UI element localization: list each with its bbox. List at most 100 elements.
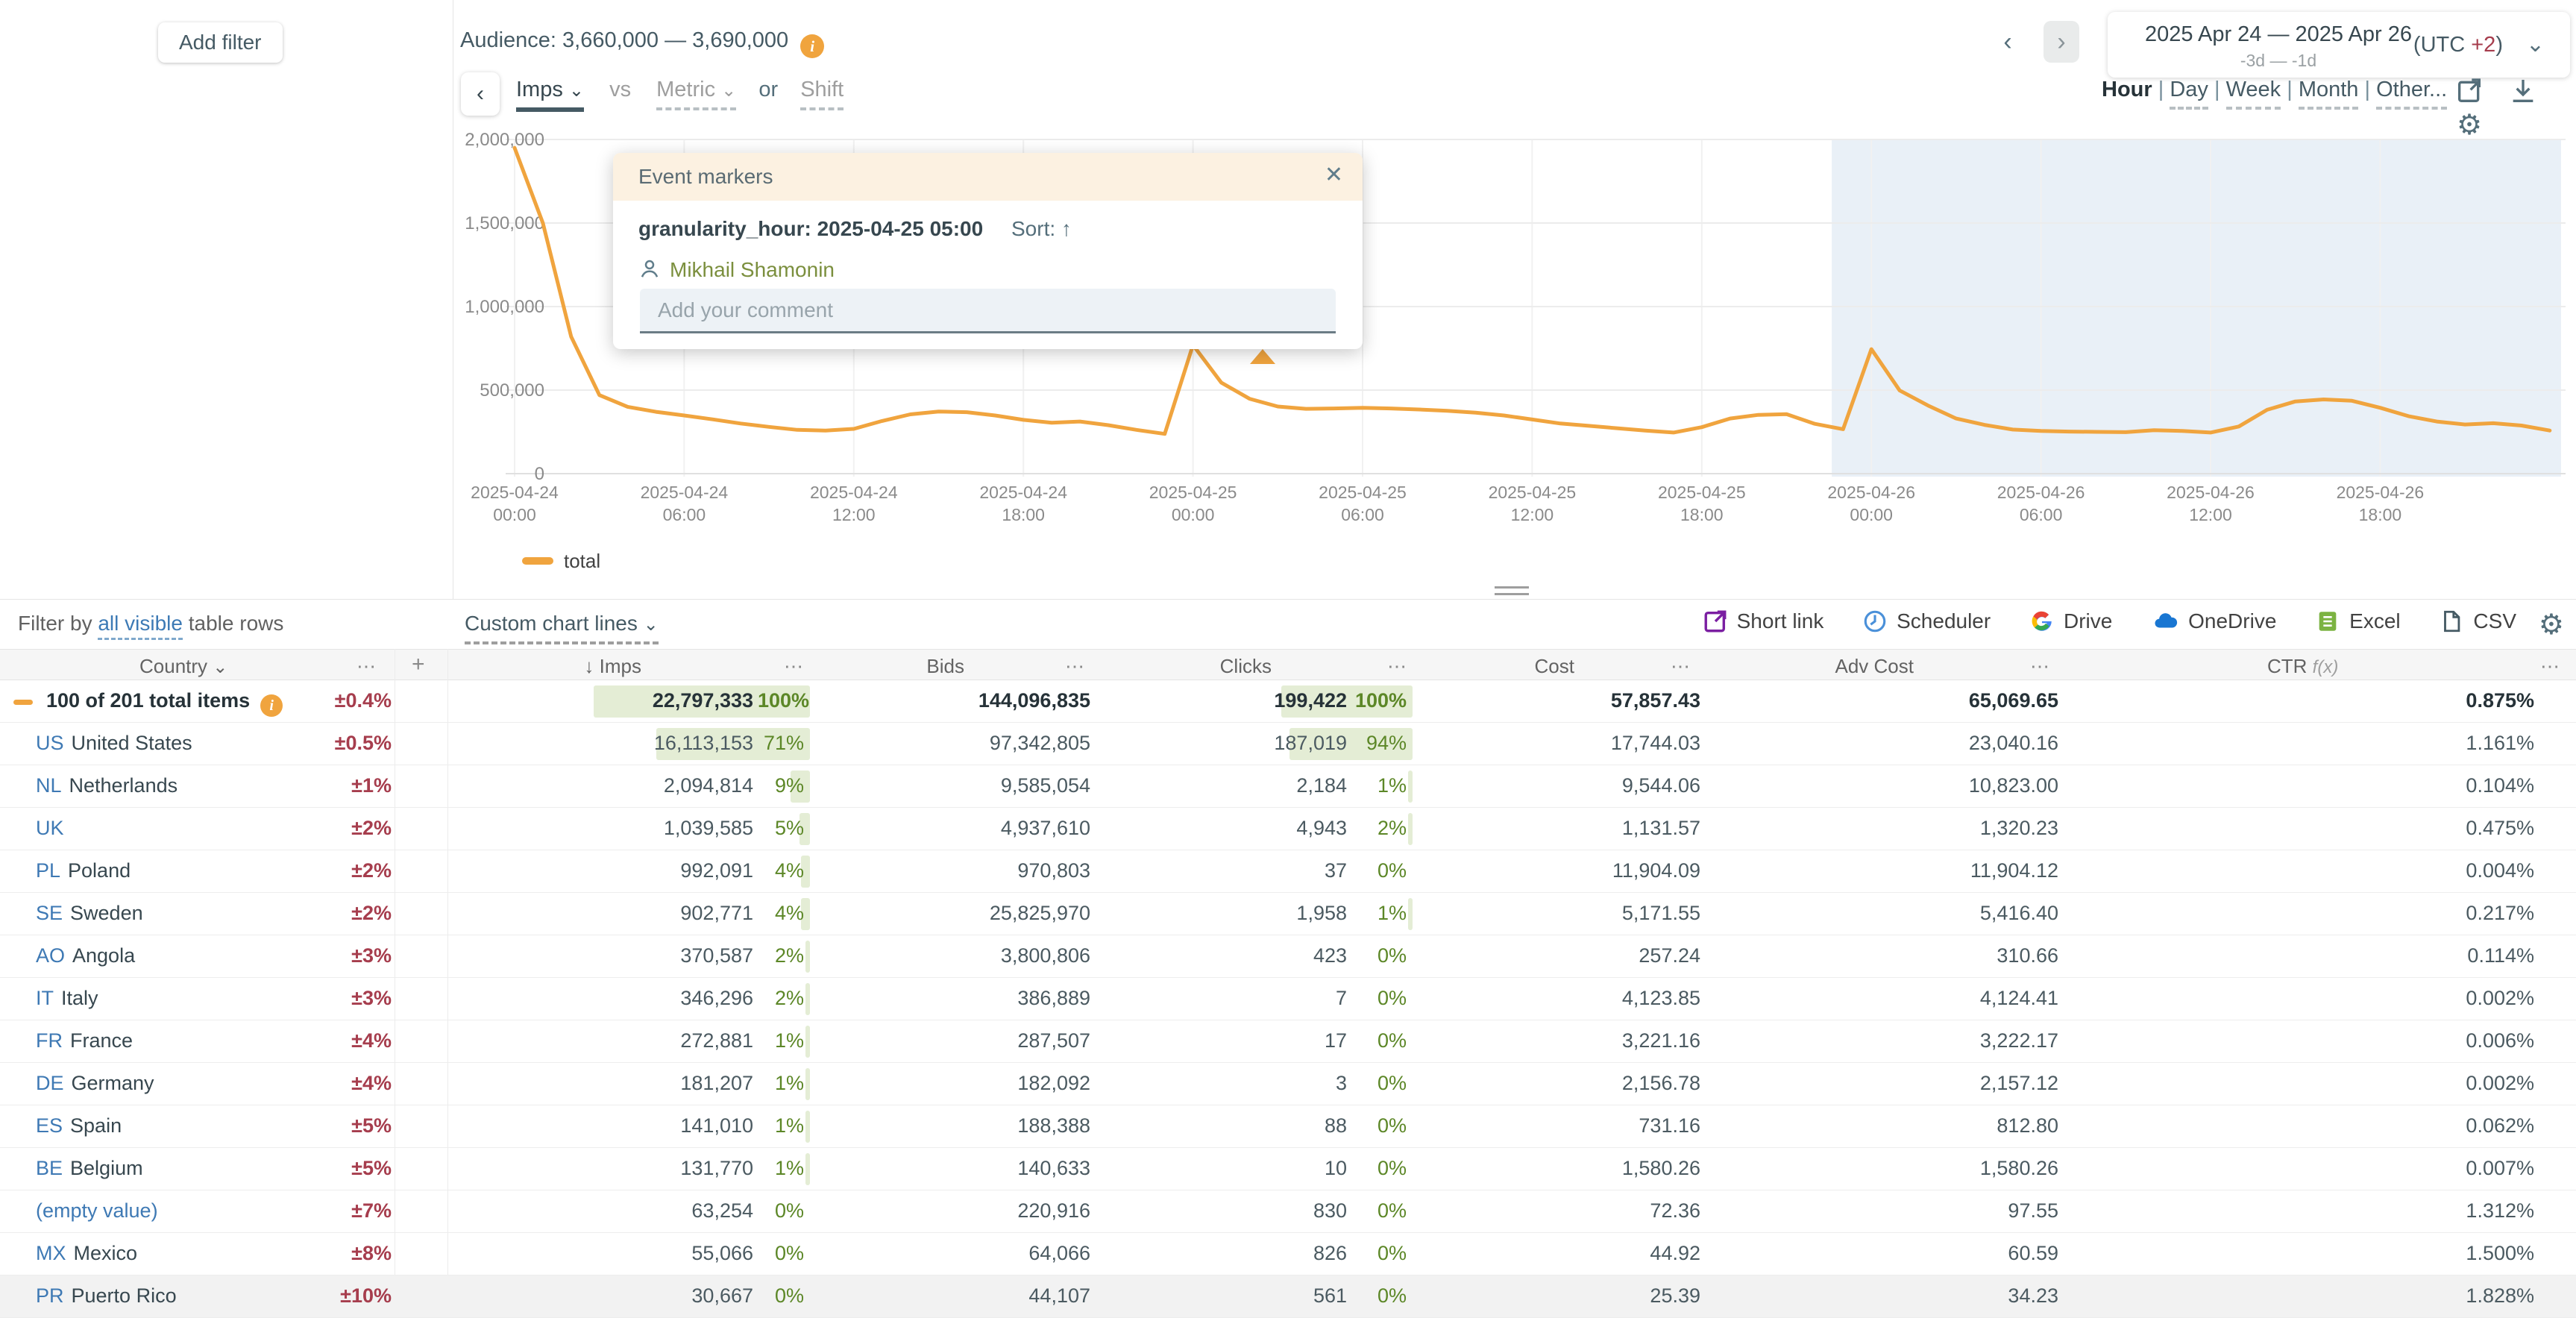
table-header: Country ⌄ ⋯ + ↓ Imps ⋯ Bids ⋯ Clicks ⋯ C… — [0, 649, 2576, 680]
column-menu-icon[interactable]: ⋯ — [1671, 655, 1691, 678]
cell-clicks: 7 — [1149, 987, 1347, 1010]
cell-bids: 287,507 — [858, 1029, 1090, 1052]
cell-country[interactable]: AOAngola — [36, 944, 135, 967]
cell-adv-cost: 11,904.12 — [1820, 859, 2058, 882]
cell-country[interactable]: ITItaly — [36, 987, 98, 1010]
cell-imps: 22,797,333 — [492, 689, 753, 712]
column-menu-icon[interactable]: ⋯ — [2540, 655, 2560, 678]
event-markers-popup: Event markers ✕ granularity_hour: 2025-0… — [613, 153, 1363, 349]
table-row[interactable]: MXMexico±8%55,0660%64,0668260%44.9260.59… — [0, 1233, 2576, 1275]
legend-item-total[interactable]: total — [522, 550, 600, 573]
cell-country[interactable]: PRPuerto Rico — [36, 1284, 177, 1308]
comment-input[interactable] — [640, 289, 1336, 333]
cell-bids: 97,342,805 — [858, 732, 1090, 755]
scheduler-button[interactable]: Scheduler — [1862, 609, 1991, 634]
x-axis-tick-time: 00:00 — [1172, 505, 1215, 524]
formula-icon: f(x) — [2313, 657, 2339, 677]
cell-country[interactable]: SESweden — [36, 902, 143, 925]
chart-resize-handle[interactable] — [1495, 586, 1529, 600]
table-row[interactable]: UK±2%1,039,5855%4,937,6104,9432%1,131.57… — [0, 808, 2576, 850]
y-axis-tick-label: 1,500,000 — [465, 213, 544, 233]
column-header-bids[interactable]: Bids — [805, 655, 964, 678]
cell-country[interactable]: FRFrance — [36, 1029, 133, 1052]
table-row[interactable]: PLPoland±2%992,0914%970,803370%11,904.09… — [0, 850, 2576, 893]
cell-cost: 257.24 — [1477, 944, 1700, 967]
column-header-adv-cost[interactable]: Adv Cost — [1753, 655, 1914, 678]
x-axis-tick-label: 2025-04-25 — [1489, 483, 1577, 502]
cell-country[interactable]: (empty value) — [36, 1199, 158, 1223]
sort-desc-icon: ↓ — [584, 655, 594, 677]
all-visible-link[interactable]: all visible — [98, 612, 183, 640]
cell-country[interactable]: DEGermany — [36, 1072, 154, 1095]
column-menu-icon[interactable]: ⋯ — [784, 655, 804, 678]
cell-country[interactable]: USUnited States — [36, 732, 192, 755]
cell-imps: 370,587 — [492, 944, 753, 967]
cell-bids: 220,916 — [858, 1199, 1090, 1223]
percent-bar — [1408, 813, 1413, 845]
cell-imps: 131,770 — [492, 1157, 753, 1180]
cell-country[interactable]: PLPoland — [36, 859, 131, 882]
column-menu-icon[interactable]: ⋯ — [356, 655, 377, 678]
cell-imps-percent: 4% — [758, 902, 804, 925]
table-row[interactable]: FRFrance±4%272,8811%287,507170%3,221.163… — [0, 1020, 2576, 1063]
cell-imps: 30,667 — [492, 1284, 753, 1308]
popup-title: Event markers — [638, 165, 773, 189]
cell-ctr: 0.875% — [2297, 689, 2534, 712]
cell-bids: 970,803 — [858, 859, 1090, 882]
y-axis-tick-label: 500,000 — [480, 380, 544, 401]
sort-toggle[interactable]: Sort: ↑ — [1011, 217, 1072, 241]
cell-cost: 3,221.16 — [1477, 1029, 1700, 1052]
table-row[interactable]: 100 of 201 total itemsi±0.4%22,797,33310… — [0, 680, 2576, 723]
x-axis-tick-time: 00:00 — [493, 505, 536, 524]
table-row[interactable]: (empty value)±7%63,2540%220,9168300%72.3… — [0, 1190, 2576, 1233]
column-header-imps[interactable]: ↓ Imps — [477, 655, 641, 678]
column-menu-icon[interactable]: ⋯ — [1065, 655, 1085, 678]
column-header-cost[interactable]: Cost — [1417, 655, 1574, 678]
column-menu-icon[interactable]: ⋯ — [2030, 655, 2050, 678]
x-axis-tick-label: 2025-04-25 — [1658, 483, 1746, 502]
x-axis-tick-label: 2025-04-26 — [2167, 483, 2255, 502]
cell-imps-percent: 1% — [758, 1072, 804, 1095]
onedrive-button[interactable]: OneDrive — [2151, 609, 2276, 634]
table-row[interactable]: ITItaly±3%346,2962%386,88970%4,123.854,1… — [0, 978, 2576, 1020]
close-icon[interactable]: ✕ — [1325, 162, 1343, 188]
table-row[interactable]: NLNetherlands±1%2,094,8149%9,585,0542,18… — [0, 765, 2576, 808]
table-row[interactable]: BEBelgium±5%131,7701%140,633100%1,580.26… — [0, 1148, 2576, 1190]
column-header-clicks[interactable]: Clicks — [1111, 655, 1272, 678]
cell-country[interactable]: MXMexico — [36, 1242, 137, 1265]
table-row[interactable]: SESweden±2%902,7714%25,825,9701,9581%5,1… — [0, 893, 2576, 935]
cell-country[interactable]: ESSpain — [36, 1114, 122, 1137]
cell-ctr: 0.002% — [2297, 1072, 2534, 1095]
column-header-ctr[interactable]: CTR f(x) — [2267, 655, 2338, 678]
column-header-country[interactable]: Country ⌄ — [139, 655, 227, 678]
cell-clicks: 17 — [1149, 1029, 1347, 1052]
table-row[interactable]: DEGermany±4%181,2071%182,09230%2,156.782… — [0, 1063, 2576, 1105]
csv-button[interactable]: CSV — [2439, 609, 2516, 634]
x-axis-tick-label: 2025-04-25 — [1149, 483, 1237, 502]
google-drive-button[interactable]: Drive — [2029, 609, 2112, 634]
table-row[interactable]: AOAngola±3%370,5872%3,800,8064230%257.24… — [0, 935, 2576, 978]
excel-button[interactable]: Excel — [2315, 609, 2400, 634]
custom-chart-lines-dropdown[interactable]: Custom chart lines ⌄ — [465, 612, 659, 644]
cell-country[interactable]: BEBelgium — [36, 1157, 143, 1180]
x-axis-tick-time: 12:00 — [2189, 505, 2232, 524]
cell-bids: 3,800,806 — [858, 944, 1090, 967]
cell-adv-cost: 34.23 — [1820, 1284, 2058, 1308]
add-column-button[interactable]: + — [412, 652, 426, 677]
short-link-button[interactable]: Short link — [1703, 609, 1824, 634]
selected-time-region[interactable] — [1832, 139, 2561, 477]
cell-bids: 188,388 — [858, 1114, 1090, 1137]
cell-clicks-percent: 0% — [1351, 944, 1407, 967]
table-row[interactable]: PRPuerto Rico±10%30,6670%44,1075610%25.3… — [0, 1275, 2576, 1318]
cell-imps: 16,113,153 — [492, 732, 753, 755]
cell-clicks: 1,958 — [1149, 902, 1347, 925]
column-menu-icon[interactable]: ⋯ — [1387, 655, 1407, 678]
cell-country[interactable]: NLNetherlands — [36, 774, 178, 797]
filter-by-label: Filter by all visible table rows — [18, 612, 283, 636]
table-row[interactable]: USUnited States±0.5%16,113,15371%97,342,… — [0, 723, 2576, 765]
table-row[interactable]: ESSpain±5%141,0101%188,388880%731.16812.… — [0, 1105, 2576, 1148]
cell-country[interactable]: UK — [36, 817, 64, 840]
event-author[interactable]: Mikhail Shamonin — [638, 257, 835, 285]
table-settings-gear-icon[interactable]: ⚙ — [2539, 609, 2564, 641]
x-axis-tick-label: 2025-04-24 — [810, 483, 898, 502]
